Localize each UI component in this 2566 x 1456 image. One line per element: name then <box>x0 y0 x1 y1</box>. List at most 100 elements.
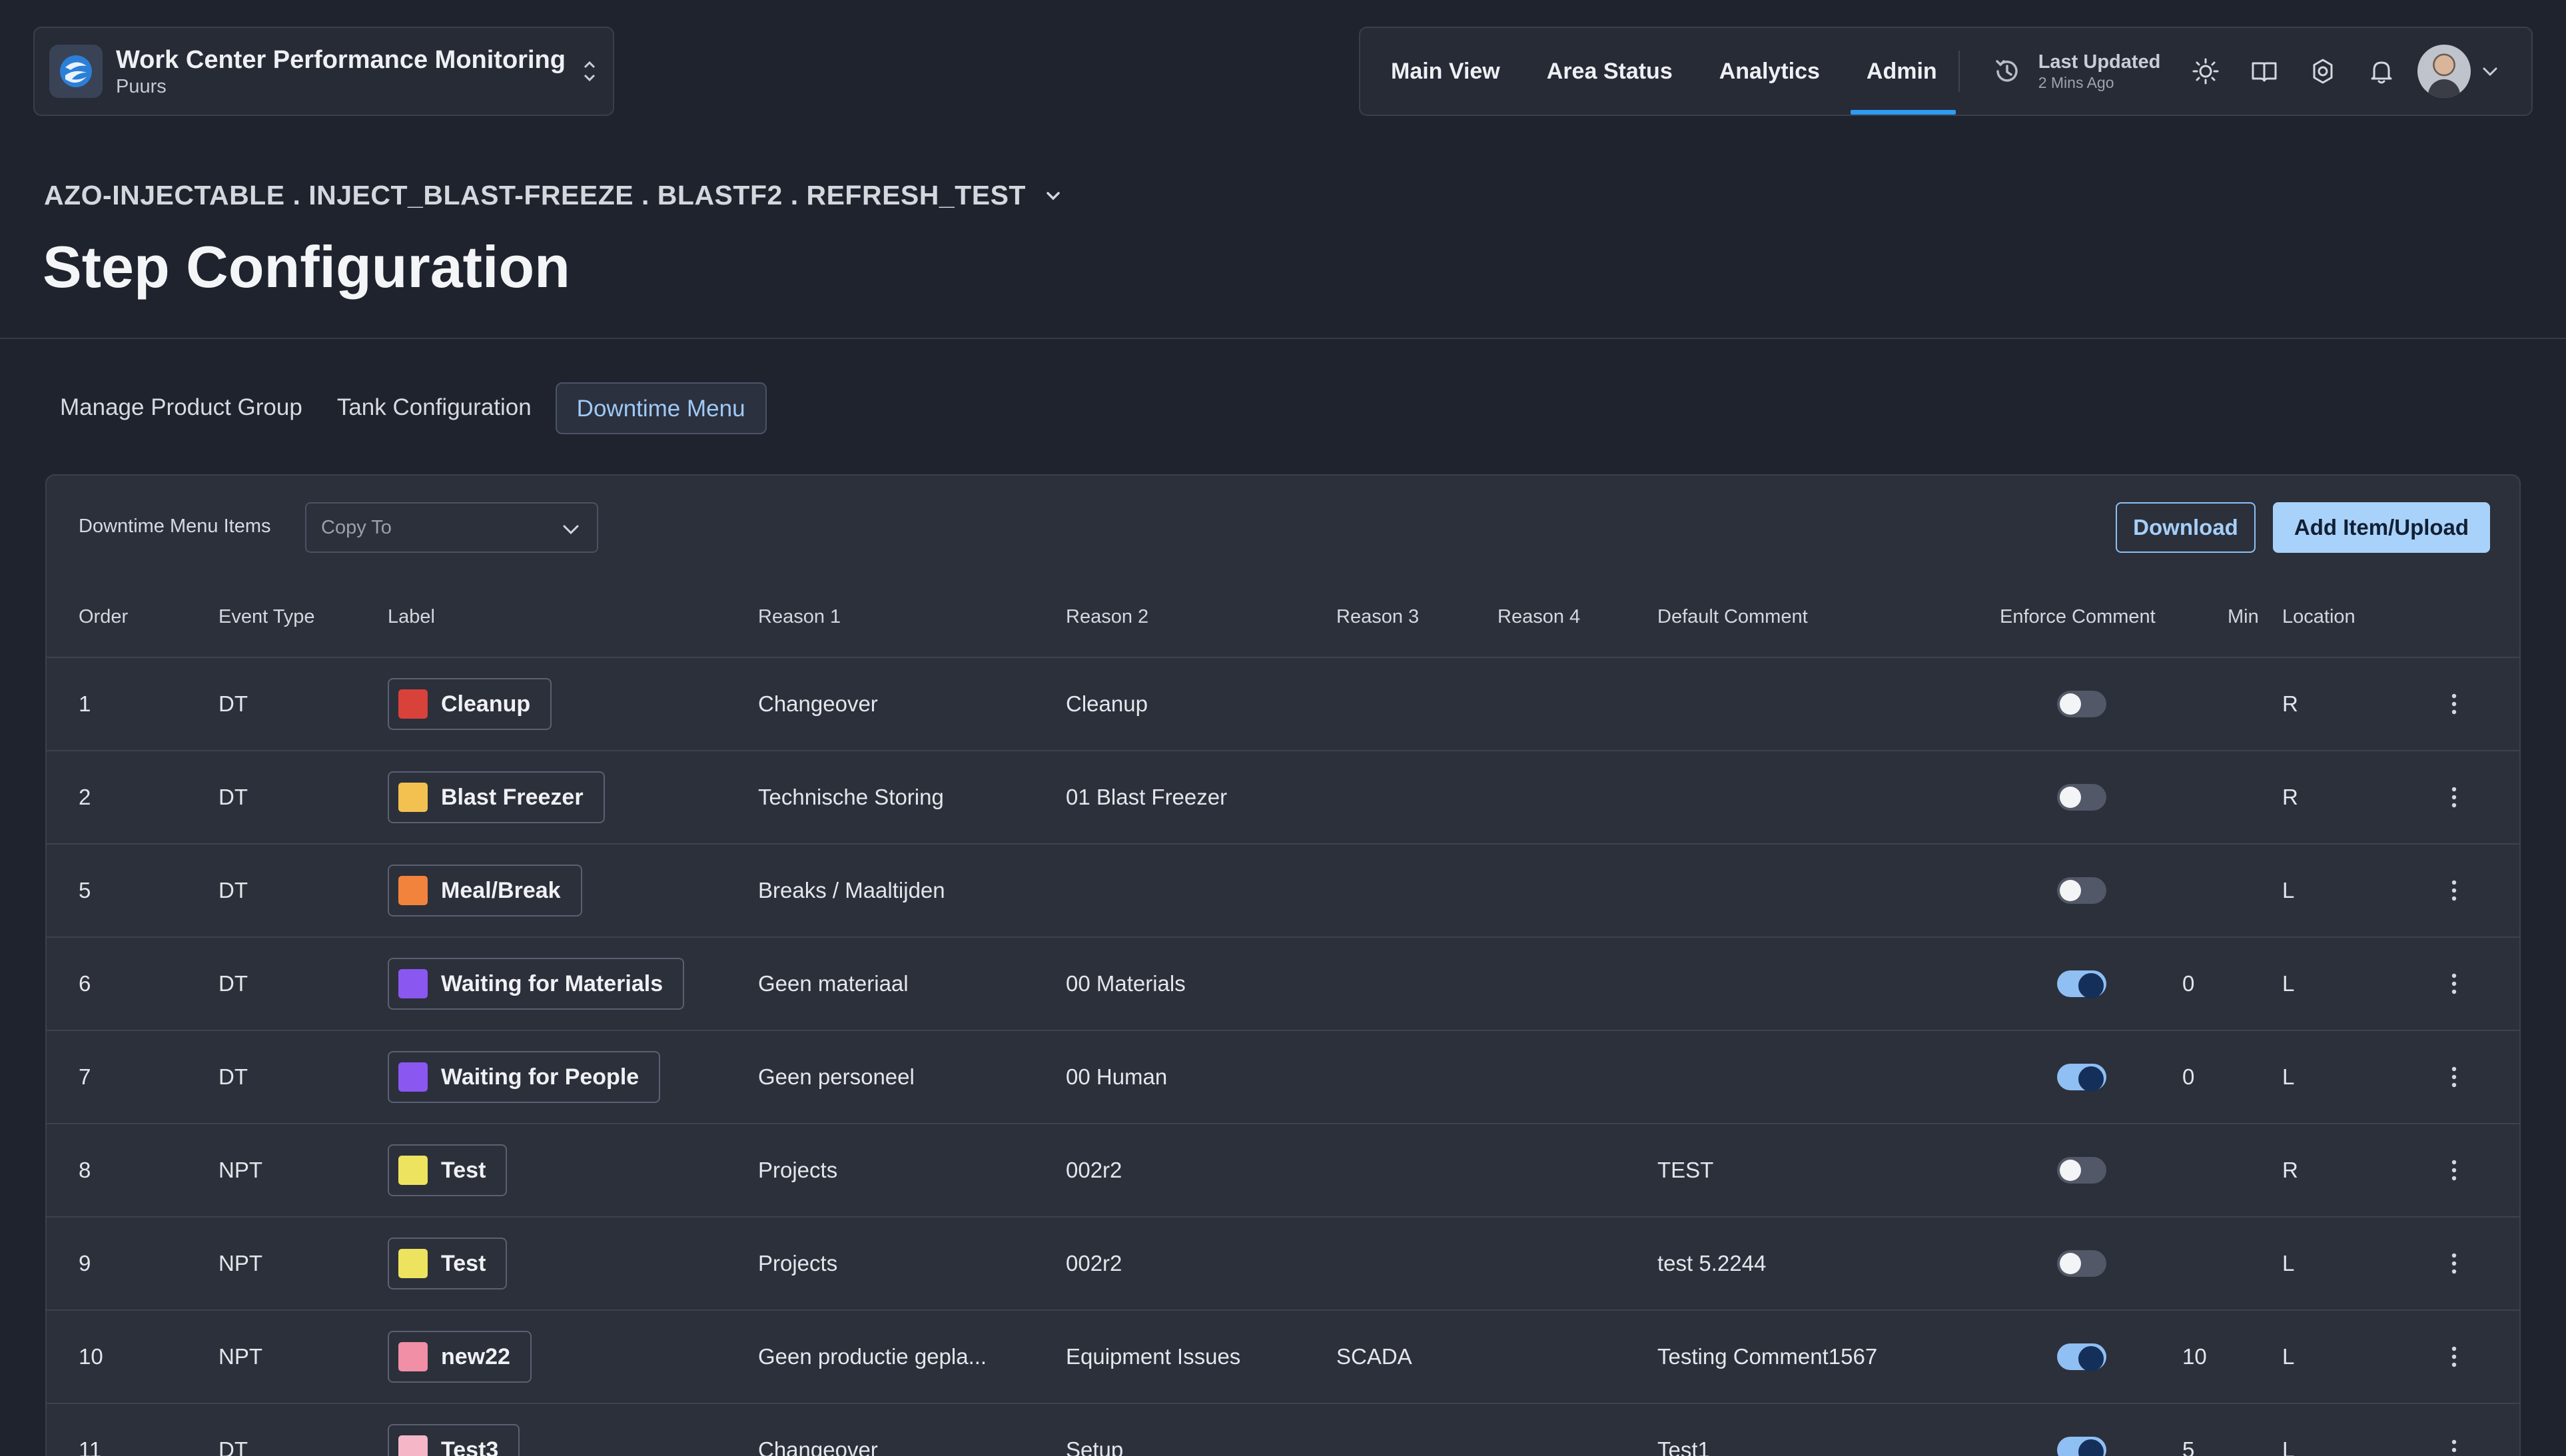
bell-icon[interactable] <box>2363 53 2400 90</box>
header-reason-1[interactable]: Reason 1 <box>758 606 841 628</box>
kebab-menu-icon[interactable] <box>2441 1244 2467 1283</box>
download-button[interactable]: Download <box>2116 502 2256 553</box>
min-cell: 5 <box>2182 1437 2195 1456</box>
label-text: Meal/Break <box>441 877 561 903</box>
header-order[interactable]: Order <box>79 606 128 628</box>
copy-to-select[interactable]: Copy To <box>305 502 598 553</box>
enforce-comment-cell <box>1953 1124 2106 1216</box>
enforce-comment-toggle[interactable] <box>2057 877 2106 904</box>
last-updated: Last Updated 2 Mins Ago <box>1992 51 2160 92</box>
label-chip[interactable]: Waiting for People <box>388 1051 661 1103</box>
downtime-menu-table: Order Event Type Label Reason 1 Reason 2… <box>47 575 2519 1456</box>
event-type-cell: DT <box>218 785 248 809</box>
header-enforce-comment[interactable]: Enforce Comment <box>2000 606 2156 628</box>
nav-area-status[interactable]: Area Status <box>1547 28 1673 115</box>
table-header: Order Event Type Label Reason 1 Reason 2… <box>47 575 2519 658</box>
location-cell: L <box>2282 1437 2295 1456</box>
header-min[interactable]: Min <box>2228 606 2259 628</box>
label-chip[interactable]: Cleanup <box>388 678 552 730</box>
header-label[interactable]: Label <box>388 606 435 628</box>
kebab-menu-icon[interactable] <box>2441 684 2467 724</box>
kebab-menu-icon[interactable] <box>2441 1430 2467 1456</box>
label-chip[interactable]: Waiting for Materials <box>388 958 685 1010</box>
app-title: Work Center Performance Monitoring <box>116 46 566 74</box>
row-menu-cell <box>2441 845 2467 936</box>
top-navigation: Main View Area Status Analytics Admin La… <box>1359 27 2533 116</box>
tab-tank-configuration[interactable]: Tank Configuration <box>324 382 545 434</box>
tab-downtime-menu[interactable]: Downtime Menu <box>555 382 767 434</box>
order-cell: 2 <box>79 785 91 809</box>
avatar[interactable] <box>2417 45 2471 98</box>
enforce-comment-toggle[interactable] <box>2057 1157 2106 1184</box>
reason-2-cell: 00 Human <box>1066 1064 1168 1089</box>
tab-manage-product-group[interactable]: Manage Product Group <box>47 382 316 434</box>
table-row[interactable]: 2 DT Blast Freezer Technische Storing 01 Bla… <box>47 751 2519 845</box>
label-chip[interactable]: Test3 <box>388 1424 520 1456</box>
label-chip[interactable]: Meal/Break <box>388 865 582 916</box>
table-row[interactable]: 5 DT Meal/Break Breaks / Maaltijden L <box>47 845 2519 938</box>
table-row[interactable]: 9 NPT Test Projects 002r2 test 5.2244 L <box>47 1218 2519 1311</box>
enforce-comment-toggle[interactable] <box>2057 784 2106 811</box>
header-reason-4[interactable]: Reason 4 <box>1497 606 1580 628</box>
kebab-menu-icon[interactable] <box>2441 777 2467 817</box>
default-comment-cell: Test1 <box>1657 1437 1710 1456</box>
order-cell: 6 <box>79 971 91 996</box>
label-chip[interactable]: Blast Freezer <box>388 771 605 823</box>
enforce-comment-toggle[interactable] <box>2057 1064 2106 1092</box>
table-row[interactable]: 6 DT Waiting for Materials Geen materiaal 00… <box>47 938 2519 1031</box>
enforce-comment-cell <box>1953 1031 2106 1123</box>
label-text: Test <box>441 1250 486 1276</box>
app-switcher[interactable]: Work Center Performance Monitoring Puurs <box>33 27 614 116</box>
chevron-down-icon[interactable] <box>2479 60 2501 83</box>
table-row[interactable]: 10 NPT new22 Geen productie gepla... Equipme… <box>47 1311 2519 1404</box>
header-reason-3[interactable]: Reason 3 <box>1336 606 1419 628</box>
chevron-up-down-icon[interactable] <box>581 58 598 85</box>
kebab-menu-icon[interactable] <box>2441 964 2467 1004</box>
breadcrumb[interactable]: AZO-INJECTABLE . INJECT_BLAST-FREEZE . B… <box>44 180 1063 211</box>
label-chip[interactable]: Test <box>388 1144 508 1196</box>
reason-2-cell: Equipment Issues <box>1066 1344 1241 1369</box>
kebab-menu-icon[interactable] <box>2441 871 2467 910</box>
header-location[interactable]: Location <box>2282 606 2355 628</box>
nav-admin[interactable]: Admin <box>1850 28 1956 115</box>
add-item-upload-button[interactable]: Add Item/Upload <box>2273 502 2490 553</box>
kebab-menu-icon[interactable] <box>2441 1057 2467 1097</box>
book-icon[interactable] <box>2246 53 2283 90</box>
kebab-menu-icon[interactable] <box>2441 1337 2467 1377</box>
label-cell: Test <box>388 1218 508 1309</box>
reason-1-cell: Changeover <box>758 691 878 716</box>
kebab-menu-icon[interactable] <box>2441 1150 2467 1190</box>
enforce-comment-toggle[interactable] <box>2057 1250 2106 1277</box>
enforce-comment-toggle[interactable] <box>2057 691 2106 717</box>
gear-icon[interactable] <box>2304 53 2342 90</box>
chevron-down-icon[interactable] <box>1043 186 1063 206</box>
app-logo-icon <box>49 45 103 98</box>
sun-icon[interactable] <box>2187 53 2224 90</box>
table-row[interactable]: 11 DT Test3 Changeover Setup Test1 5 L <box>47 1404 2519 1456</box>
enforce-comment-cell <box>1953 751 2106 843</box>
section-label: Downtime Menu Items <box>79 516 271 537</box>
header-reason-2[interactable]: Reason 2 <box>1066 606 1148 628</box>
event-type-cell: DT <box>218 878 248 903</box>
event-type-cell: NPT <box>218 1158 262 1182</box>
location-cell: R <box>2282 1158 2298 1182</box>
nav-main-view[interactable]: Main View <box>1391 28 1500 115</box>
label-chip[interactable]: new22 <box>388 1331 532 1383</box>
table-row[interactable]: 1 DT Cleanup Changeover Cleanup R <box>47 658 2519 751</box>
copy-to-placeholder: Copy To <box>321 516 392 538</box>
header-default-comment[interactable]: Default Comment <box>1657 606 1808 628</box>
reason-2-cell: 01 Blast Freezer <box>1066 785 1228 809</box>
location-cell: L <box>2282 971 2295 996</box>
default-comment-cell: test 5.2244 <box>1657 1251 1767 1275</box>
label-chip[interactable]: Test <box>388 1238 508 1289</box>
enforce-comment-toggle[interactable] <box>2057 1437 2106 1456</box>
table-row[interactable]: 7 DT Waiting for People Geen personeel 00 Hu… <box>47 1031 2519 1124</box>
enforce-comment-toggle[interactable] <box>2057 970 2106 998</box>
min-cell: 0 <box>2182 1064 2195 1089</box>
panel-toolbar: Downtime Menu Items Copy To Download Add… <box>47 476 2519 575</box>
app-subtitle: Puurs <box>116 76 167 97</box>
header-event-type[interactable]: Event Type <box>218 606 315 628</box>
table-row[interactable]: 8 NPT Test Projects 002r2 TEST R <box>47 1124 2519 1218</box>
enforce-comment-toggle[interactable] <box>2057 1343 2106 1371</box>
nav-analytics[interactable]: Analytics <box>1719 28 1820 115</box>
